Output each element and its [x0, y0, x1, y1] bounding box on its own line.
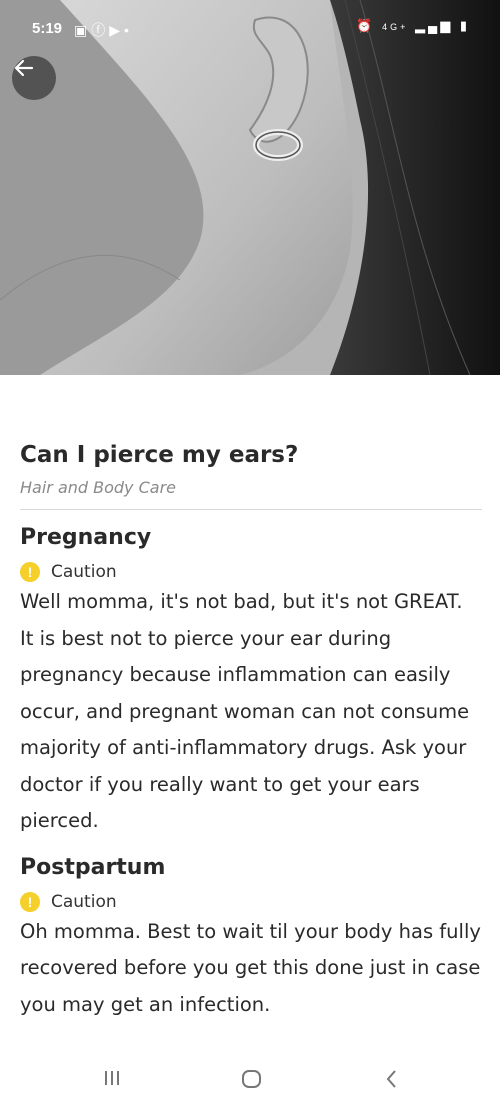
- alarm-icon: ⏰: [356, 18, 376, 33]
- dot-icon: •: [124, 22, 133, 38]
- article-category: Hair and Body Care: [20, 478, 177, 497]
- notification-icons: ▣ⓕ▶•: [74, 20, 133, 40]
- article-title: Can I pierce my ears?: [20, 442, 299, 468]
- section-body: Well momma, it's not bad, but it's not G…: [20, 590, 470, 832]
- network-4g-icon: 4G+: [382, 22, 409, 32]
- status-badge: ! Caution: [20, 562, 482, 582]
- recent-apps-icon: [105, 1071, 119, 1085]
- facebook-icon: ⓕ: [91, 22, 110, 38]
- status-badge: ! Caution: [20, 891, 482, 912]
- status-time: 5:19: [32, 20, 63, 37]
- navigation-bar: [0, 1052, 500, 1111]
- arrow-left-icon: [14, 59, 34, 77]
- badge-label: Caution: [51, 891, 117, 912]
- divider: [20, 509, 482, 510]
- section-heading: Postpartum: [20, 854, 166, 880]
- home-icon: [242, 1070, 261, 1088]
- youtube-icon: ▶: [109, 22, 125, 38]
- article: Can I pierce my ears? Hair and Body Care…: [20, 430, 482, 1023]
- battery-icon: ▮: [459, 18, 470, 33]
- system-icons: ⏰ 4G+ ▂▄▆ ▮: [356, 18, 470, 34]
- caution-icon: !: [20, 891, 40, 912]
- back-icon: [386, 1070, 396, 1088]
- back-button[interactable]: [12, 56, 56, 100]
- sim-icon: ▣: [74, 22, 92, 38]
- section-postpartum: Postpartum ! Caution Oh momma. Best to w…: [20, 855, 482, 1024]
- status-bar: 5:19 ▣ⓕ▶• ⏰ 4G+ ▂▄▆ ▮: [0, 0, 500, 38]
- ear-photo: [0, 0, 500, 375]
- section-body: Oh momma. Best to wait til your body has…: [20, 919, 481, 1016]
- section-pregnancy: Pregnancy ! Caution Well momma, it's not…: [20, 525, 482, 840]
- caution-icon: !: [20, 562, 40, 582]
- recent-apps-button[interactable]: [103, 1068, 121, 1093]
- signal-icon: ▂▄▆: [415, 18, 454, 33]
- badge-label: Caution: [51, 562, 117, 582]
- nav-back-button[interactable]: [384, 1068, 400, 1095]
- hero-image: 5:19 ▣ⓕ▶• ⏰ 4G+ ▂▄▆ ▮: [0, 0, 500, 375]
- section-heading: Pregnancy: [20, 525, 152, 550]
- home-button[interactable]: [241, 1068, 263, 1095]
